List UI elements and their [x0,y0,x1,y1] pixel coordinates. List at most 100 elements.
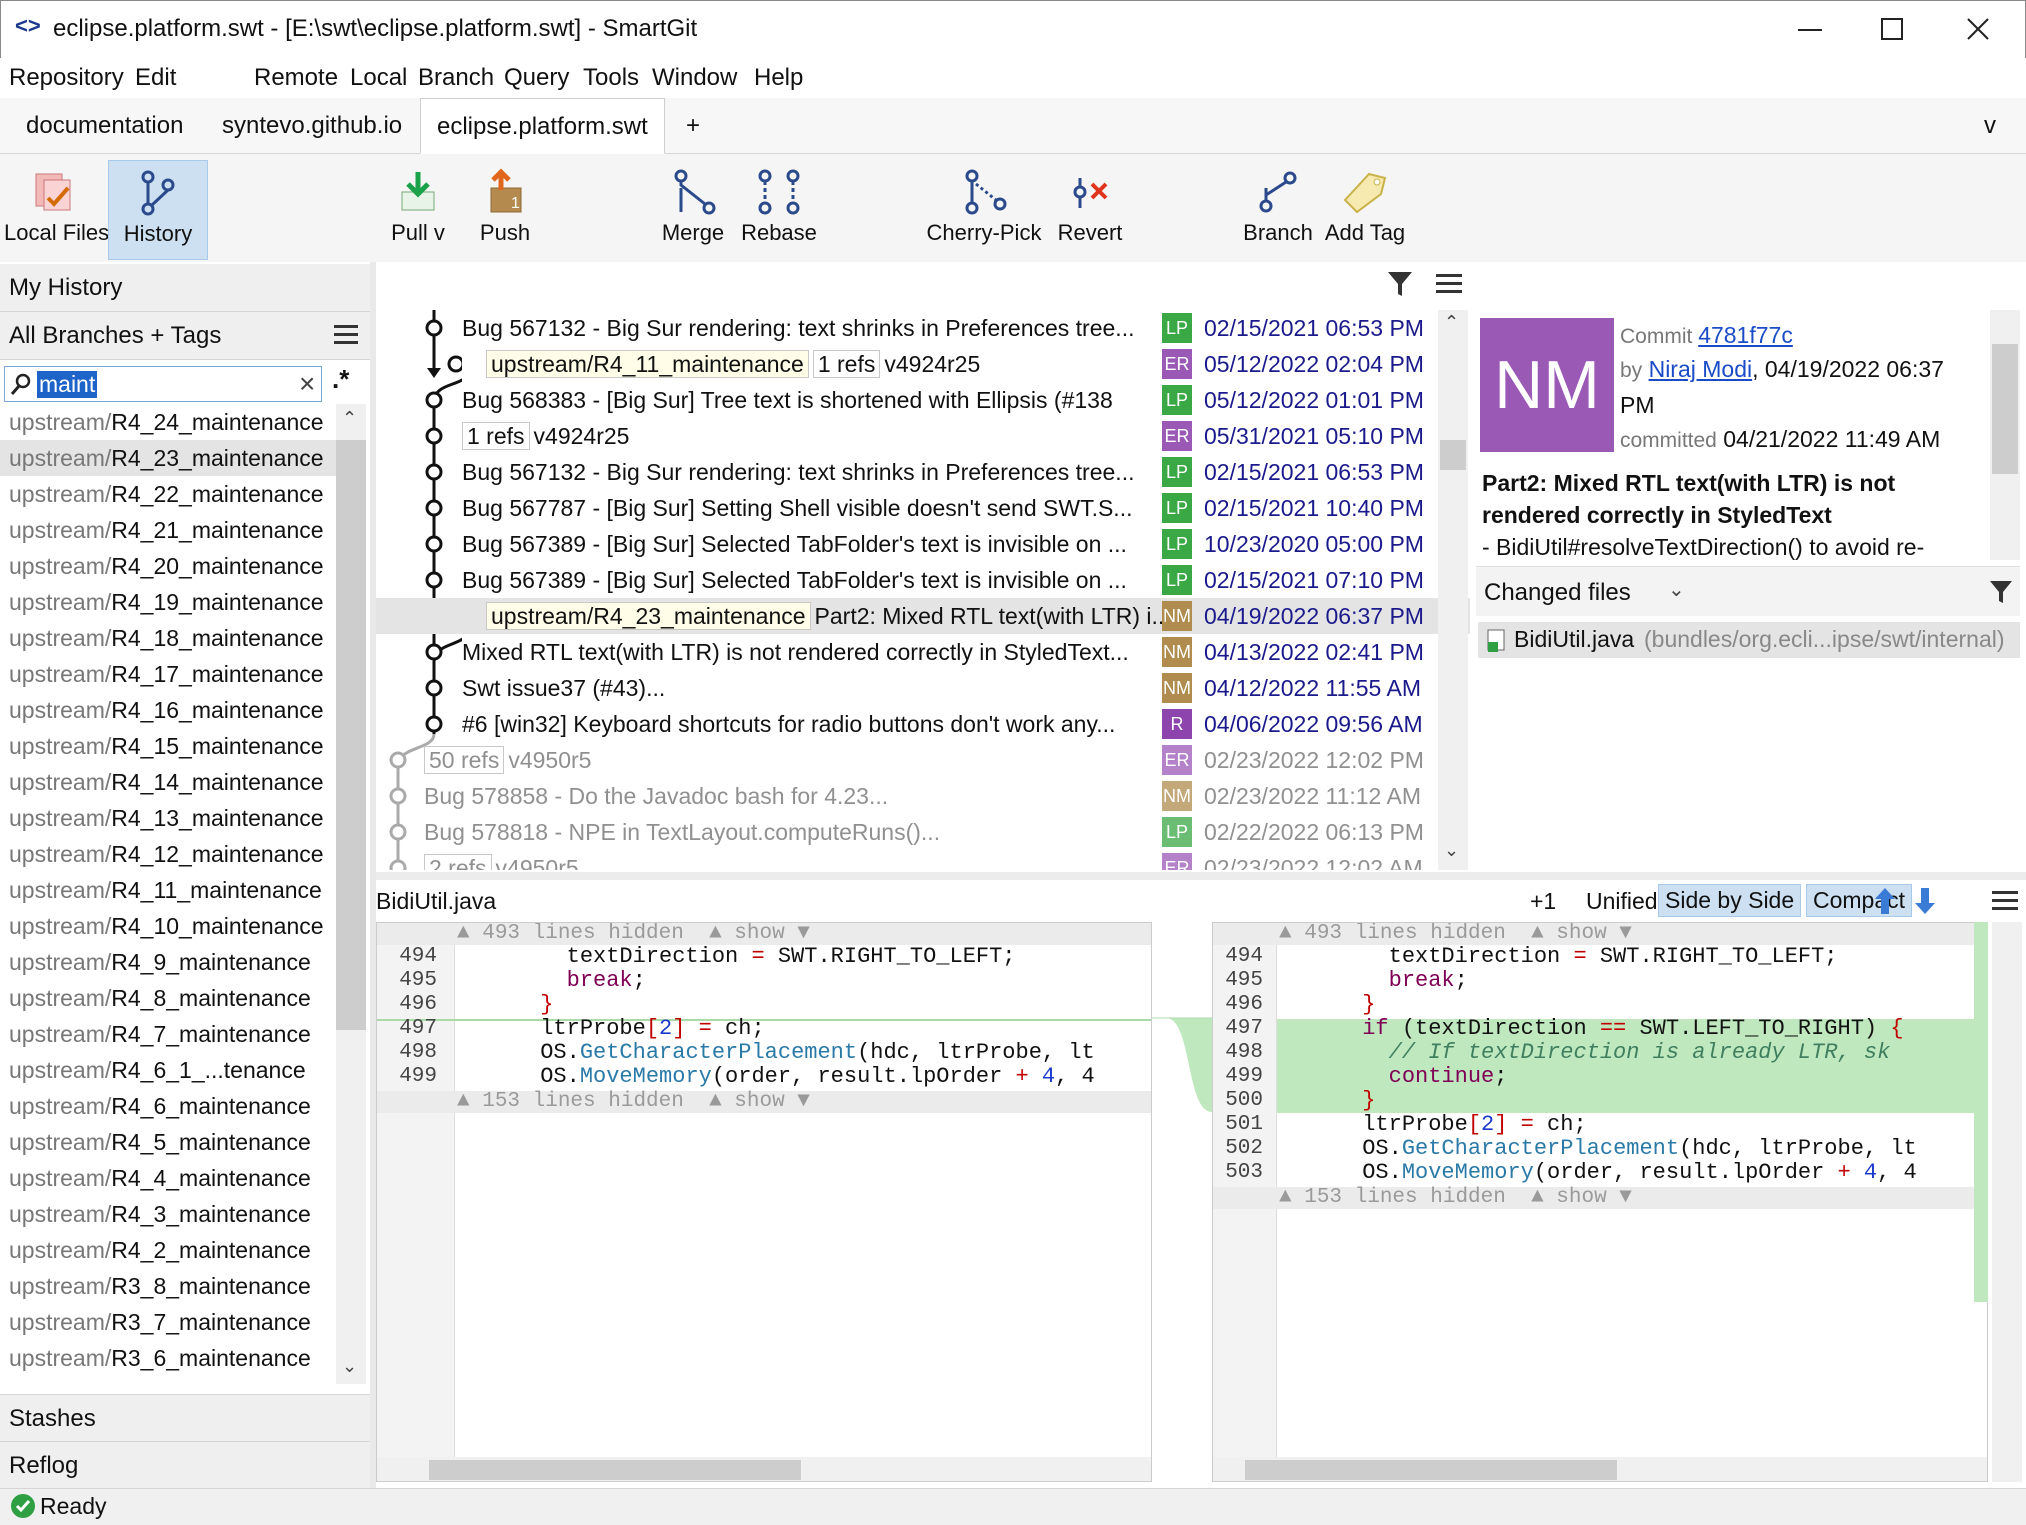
commit-row[interactable]: Bug 567389 - [Big Sur] Selected TabFolde… [376,562,1470,598]
left-hscrollbar[interactable] [377,1457,1151,1481]
commit-row[interactable]: Bug 578858 - Do the Javadoc bash for 4.2… [376,778,1470,814]
branch-item[interactable]: upstream/R3_6_maintenance [0,1340,336,1376]
diff-menu-icon[interactable] [1992,890,2020,914]
commit-row[interactable]: Mixed RTL text(with LTR) is not rendered… [376,634,1470,670]
branch-scroll-thumb[interactable] [336,440,366,1030]
refs-badge[interactable]: 1 refs [462,422,530,450]
refs-badge[interactable]: 2 refs [424,854,492,870]
next-change-arrow-icon[interactable] [1912,886,1938,916]
branch-item[interactable]: upstream/R4_10_maintenance [0,908,336,944]
commit-scroll-thumb[interactable] [1440,440,1466,470]
commit-row[interactable]: upstream/R4_11_maintenance 1 refs v4924r25… [376,346,1470,382]
left-hidden-bottom[interactable]: ▲ 153 lines hidden ▲ show ▼ [377,1091,1151,1113]
tab-syntevo[interactable]: syntevo.github.io [222,98,402,154]
clear-search-icon[interactable]: × [299,368,315,400]
tab-overflow-chevron-icon[interactable]: v [1984,98,1996,154]
diff-right-pane[interactable]: ▲ 493 lines hidden ▲ show ▼ 494 495 496 … [1212,922,1988,1482]
graph-menu-icon[interactable] [1436,272,1464,296]
menu-remote[interactable]: Remote [254,64,338,92]
branch-item[interactable]: upstream/R4_13_maintenance [0,800,336,836]
scroll-down-icon[interactable]: ⌄ [1444,840,1459,861]
right-hscrollbar[interactable] [1213,1457,1987,1481]
regex-toggle[interactable]: .* [332,364,349,395]
refs-badge[interactable]: 50 refs [424,746,505,774]
commit-row[interactable]: Bug 567787 - [Big Sur] Setting Shell vis… [376,490,1470,526]
menu-edit[interactable]: Edit [135,64,176,92]
menu-tools[interactable]: Tools [583,64,639,92]
my-history-header[interactable]: My History [0,264,370,312]
branch-item[interactable]: upstream/R3_8_maintenance [0,1268,336,1304]
commit-row[interactable]: Bug 567132 - Big Sur rendering: text shr… [376,454,1470,490]
branch-item[interactable]: upstream/R4_15_maintenance [0,728,336,764]
right-hidden-top[interactable]: ▲ 493 lines hidden ▲ show ▼ [1213,923,1987,945]
branch-item[interactable]: upstream/R4_8_maintenance [0,980,336,1016]
branch-search-field[interactable]: maint × [4,366,322,402]
branch-item[interactable]: upstream/R4_7_maintenance [0,1016,336,1052]
branch-item[interactable]: upstream/R4_6_maintenance [0,1088,336,1124]
commit-row[interactable]: Bug 567132 - Big Sur rendering: text shr… [376,310,1470,346]
branch-item[interactable]: upstream/R4_21_maintenance [0,512,336,548]
branch-item[interactable]: upstream/R4_9_maintenance [0,944,336,980]
branch-item[interactable]: upstream/R4_17_maintenance [0,656,336,692]
refs-badge[interactable]: 1 refs [812,350,881,378]
branch-label-badge[interactable]: upstream/R4_23_maintenance [486,602,811,630]
diff-left-pane[interactable]: ▲ 493 lines hidden ▲ show ▼ 494 495 496 … [376,922,1152,1482]
add-tag-button[interactable]: Add Tag [1320,160,1410,260]
rebase-button[interactable]: Rebase [740,160,818,260]
commit-row[interactable]: Swt issue37 (#43)... NM 04/12/2022 11:55 A… [376,670,1470,706]
right-hidden-bottom[interactable]: ▲ 153 lines hidden ▲ show ▼ [1213,1187,1987,1209]
branch-item[interactable]: upstream/R4_19_maintenance [0,584,336,620]
commit-hash-link[interactable]: 4781f77c [1698,322,1793,348]
detail-scrollbar[interactable] [1990,310,2020,560]
commit-row[interactable]: 1 refs v4924r25 ER 05/31/2021 05:10 PM [376,418,1470,454]
detail-scroll-thumb[interactable] [1992,344,2018,474]
revert-button[interactable]: Revert [1054,160,1126,260]
all-branches-header[interactable]: All Branches + Tags [0,312,370,360]
changed-files-dropdown-icon[interactable]: ⌄ [1668,577,1685,602]
reflog-header[interactable]: Reflog [0,1442,370,1490]
commit-row[interactable]: 50 refs v4950r5 ER 02/23/2022 12:02 PM [376,742,1470,778]
commit-row[interactable]: #6 [win32] Keyboard shortcuts for radio … [376,706,1470,742]
branch-item[interactable]: upstream/R4_6_1_...tenance [0,1052,336,1088]
changed-file-row[interactable]: BidiUtil.java (bundles/org.ecli...ipse/s… [1478,622,2020,658]
right-hscroll-thumb[interactable] [1245,1460,1617,1480]
commit-row[interactable]: Bug 568383 - [Big Sur] Tree text is shor… [376,382,1470,418]
branch-item[interactable]: upstream/R4_20_maintenance [0,548,336,584]
search-input-value[interactable]: maint [37,371,98,398]
branch-item[interactable]: upstream/R4_18_maintenance [0,620,336,656]
left-hscroll-thumb[interactable] [429,1460,801,1480]
branch-item[interactable]: upstream/R4_5_maintenance [0,1124,336,1160]
branch-item[interactable]: upstream/R4_22_maintenance [0,476,336,512]
add-tab-button[interactable]: + [686,98,700,154]
file-filter-icon[interactable] [1988,579,2014,605]
diff-overview-ruler[interactable] [1974,922,1988,1302]
tab-documentation[interactable]: documentation [26,98,183,154]
close-button[interactable] [1950,8,2006,50]
branch-item[interactable]: upstream/R4_23_maintenance [0,440,336,476]
menu-help[interactable]: Help [754,64,803,92]
branch-item[interactable]: upstream/R4_2_maintenance [0,1232,336,1268]
menu-repository[interactable]: Repository [9,64,124,92]
branch-item[interactable]: upstream/R4_12_maintenance [0,836,336,872]
changed-files-label[interactable]: Changed files [1484,579,1631,607]
scroll-up-icon[interactable]: ⌃ [1444,312,1459,333]
stashes-header[interactable]: Stashes [0,1394,370,1442]
branch-item[interactable]: upstream/R3_7_maintenance [0,1304,336,1340]
maximize-button[interactable] [1860,8,1928,50]
branches-menu-icon[interactable] [334,324,360,346]
scroll-down-icon[interactable]: ⌄ [342,1356,357,1377]
branch-list-scrollbar[interactable]: ⌃ ⌄ [336,404,366,1384]
pull-button[interactable]: Pull v [382,160,454,260]
minimize-button[interactable] [1786,8,1834,50]
branch-button[interactable]: Branch [1240,160,1316,260]
previous-change-arrow-icon[interactable] [1872,886,1898,916]
commit-row[interactable]: Bug 578818 - NPE in TextLayout.computeRu… [376,814,1470,850]
branch-item[interactable]: upstream/R4_11_maintenance [0,872,336,908]
branch-item[interactable]: upstream/R4_3_maintenance [0,1196,336,1232]
scroll-up-icon[interactable]: ⌃ [342,408,357,429]
history-button[interactable]: History [108,160,208,260]
diff-vscrollbar[interactable] [1992,922,2022,1482]
cherry-pick-button[interactable]: Cherry-Pick [924,160,1044,260]
merge-button[interactable]: Merge [654,160,732,260]
commit-row[interactable]: Bug 567389 - [Big Sur] Selected TabFolde… [376,526,1470,562]
